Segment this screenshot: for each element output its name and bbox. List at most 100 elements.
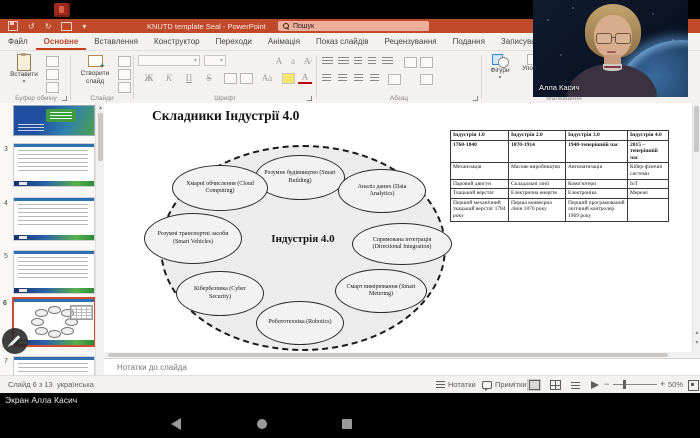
tab-home[interactable]: Основне bbox=[36, 33, 87, 50]
section-icon[interactable] bbox=[118, 82, 131, 93]
increase-indent-icon[interactable] bbox=[368, 57, 376, 66]
table-cell[interactable]: Складальні лінії bbox=[509, 179, 566, 189]
annotation-pencil-button[interactable] bbox=[2, 328, 28, 354]
search-input[interactable]: Пошук bbox=[278, 21, 429, 31]
cut-icon[interactable] bbox=[46, 56, 59, 67]
webcam-video[interactable]: Алла Касич bbox=[533, 0, 688, 97]
android-home-icon[interactable] bbox=[257, 419, 267, 429]
align-left-icon[interactable] bbox=[322, 74, 331, 83]
diagram-node-smart-building[interactable]: Розумне будівництво (Smart Building) bbox=[255, 155, 345, 200]
columns-icon[interactable] bbox=[388, 74, 401, 85]
notes-pane[interactable]: Нотатки до слайда bbox=[104, 358, 700, 375]
diagram-node-directional-integration[interactable]: Спрямована інтеграція (Directional Integ… bbox=[352, 223, 452, 265]
table-header[interactable]: Індустрія 1.0 bbox=[451, 131, 509, 141]
zoom-level[interactable]: 50% bbox=[668, 380, 683, 389]
align-right-icon[interactable] bbox=[354, 74, 363, 83]
diagram-node-smart-vehicles[interactable]: Розумні транспортні засоби (Smart Vehicl… bbox=[144, 213, 242, 264]
diagram-center-label[interactable]: Індустрія 4.0 bbox=[242, 233, 364, 245]
table-cell[interactable]: Електрична енергія bbox=[509, 189, 566, 199]
table-cell[interactable]: 1870-1914 bbox=[509, 140, 566, 163]
slide-canvas[interactable]: Складники Індустрії 4.0 Розумне будівниц… bbox=[104, 103, 692, 352]
tab-view[interactable]: Подання bbox=[445, 33, 493, 50]
table-cell[interactable]: Автоматизація bbox=[566, 163, 628, 179]
qat-dropdown-icon[interactable]: ▾ bbox=[82, 22, 86, 31]
table-cell[interactable]: Комп'ютери bbox=[566, 179, 628, 189]
table-header[interactable]: Індустрія 4.0 bbox=[628, 131, 669, 141]
font-size-dropdown[interactable]: ▾ bbox=[204, 55, 226, 66]
table-cell[interactable]: Кібер-фізичні системи bbox=[628, 163, 669, 179]
zoom-slider[interactable] bbox=[613, 384, 657, 385]
slide-thumbnail-2[interactable] bbox=[13, 105, 95, 136]
smartart-convert-icon[interactable] bbox=[420, 74, 433, 85]
slide-thumbnail-3[interactable] bbox=[13, 143, 95, 187]
change-case-icon[interactable]: Аа bbox=[260, 72, 274, 84]
vertical-scrollbar-thumb[interactable] bbox=[694, 106, 699, 152]
table-cell[interactable]: Масове виробництво bbox=[509, 163, 566, 179]
table-cell[interactable]: Електроніка bbox=[566, 189, 628, 199]
italic-button[interactable]: К bbox=[162, 72, 176, 84]
table-cell[interactable]: 2015 – теперішній час bbox=[628, 140, 669, 163]
tab-file[interactable]: Файл bbox=[0, 33, 36, 50]
industry-comparison-table[interactable]: Індустрія 1.0 Індустрія 2.0 Індустрія 3.… bbox=[450, 130, 669, 222]
table-cell[interactable]: Перший програмований логічний контролер … bbox=[566, 198, 628, 221]
android-recents-icon[interactable] bbox=[342, 419, 352, 429]
underline-button[interactable]: П bbox=[182, 72, 196, 84]
table-cell[interactable]: Мережі bbox=[628, 189, 669, 199]
numbering-icon[interactable] bbox=[338, 57, 349, 66]
diagram-node-cyber-security[interactable]: Кібербезпека (Cyber Security) bbox=[176, 271, 264, 316]
comments-toggle-button[interactable]: Примітки bbox=[482, 380, 526, 389]
zoom-out-button[interactable]: − bbox=[604, 379, 609, 389]
horizontal-scrollbar-thumb[interactable] bbox=[108, 353, 668, 357]
table-cell[interactable]: 1940-теперішній час bbox=[566, 140, 628, 163]
char-spacing-icon[interactable] bbox=[240, 73, 253, 84]
language-indicator[interactable]: українська bbox=[57, 380, 94, 389]
zoom-in-button[interactable]: + bbox=[660, 379, 665, 389]
highlight-color-icon[interactable] bbox=[282, 73, 295, 84]
copy-icon[interactable] bbox=[46, 69, 59, 80]
line-spacing-icon[interactable] bbox=[382, 57, 393, 66]
decrease-indent-icon[interactable] bbox=[354, 57, 362, 66]
tab-review[interactable]: Рецензування bbox=[376, 33, 444, 50]
undo-icon[interactable]: ↺ bbox=[28, 22, 35, 31]
table-cell[interactable]: IoT bbox=[628, 179, 669, 189]
fit-slide-to-window-icon[interactable] bbox=[688, 380, 699, 391]
normal-view-button[interactable] bbox=[527, 379, 541, 391]
justify-icon[interactable] bbox=[370, 74, 379, 83]
table-cell[interactable] bbox=[628, 198, 669, 221]
align-center-icon[interactable] bbox=[338, 74, 347, 83]
table-header[interactable]: Індустрія 2.0 bbox=[509, 131, 566, 141]
diagram-node-data-analytics[interactable]: Аналіз даних (Data Analytics) bbox=[338, 169, 426, 213]
grow-font-icon[interactable]: А bbox=[272, 55, 286, 67]
tab-design[interactable]: Конструктор bbox=[146, 33, 208, 50]
paragraph-dialog-launcher-icon[interactable] bbox=[473, 96, 478, 101]
table-cell[interactable]: Механізація bbox=[451, 163, 509, 179]
tab-transitions[interactable]: Переходи bbox=[208, 33, 260, 50]
new-slide-button[interactable]: Створити слайд bbox=[76, 55, 114, 86]
table-cell[interactable]: Перша конвеєрна лінія 1870 року bbox=[509, 198, 566, 221]
table-cell[interactable]: Перший механічний ткацький верстат 1784 … bbox=[451, 198, 509, 221]
slide-title[interactable]: Складники Індустрії 4.0 bbox=[152, 108, 299, 124]
android-back-icon[interactable] bbox=[171, 418, 181, 430]
font-color-icon[interactable]: А bbox=[298, 72, 312, 84]
save-icon[interactable] bbox=[8, 21, 18, 31]
slide-sorter-view-button[interactable] bbox=[548, 379, 562, 391]
slide-thumbnail-5[interactable] bbox=[13, 250, 95, 294]
zoom-slider-thumb[interactable] bbox=[623, 380, 626, 389]
diagram-node-smart-metering[interactable]: Смарт вимірювання (Smart Metering) bbox=[335, 269, 427, 313]
diagram-node-robotics[interactable]: Робототехніка (Robotics) bbox=[256, 301, 344, 345]
previous-slide-icon[interactable]: ▴ bbox=[693, 329, 700, 336]
reset-icon[interactable] bbox=[118, 69, 131, 80]
text-shadow-icon[interactable] bbox=[224, 73, 237, 84]
slideshow-icon[interactable] bbox=[61, 22, 72, 31]
font-dialog-launcher-icon[interactable] bbox=[307, 96, 312, 101]
slide-thumbnail-7[interactable] bbox=[13, 356, 95, 375]
font-name-dropdown[interactable]: ▾ bbox=[138, 55, 200, 66]
layout-icon[interactable] bbox=[118, 56, 131, 67]
table-cell[interactable]: Ткацький верстат bbox=[451, 189, 509, 199]
reading-view-button[interactable] bbox=[568, 379, 582, 391]
table-header[interactable]: Індустрія 3.0 bbox=[566, 131, 628, 141]
bullets-icon[interactable] bbox=[322, 57, 333, 66]
slide-thumbnail-4[interactable] bbox=[13, 197, 95, 241]
clipboard-dialog-launcher-icon[interactable] bbox=[62, 96, 67, 101]
shapes-button[interactable]: Фігури ▾ bbox=[486, 54, 514, 81]
